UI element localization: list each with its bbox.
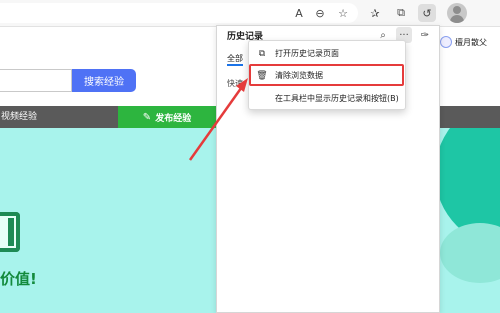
open-external-icon: ⧉ [258,48,266,59]
user-avatar [440,36,452,48]
avatar-head [453,6,461,14]
tab-all[interactable]: 全部 [227,53,243,64]
search-input[interactable] [0,69,72,92]
menu-item-open-history-page[interactable]: ⧉ 打开历史记录页面 [249,44,407,63]
favorites-icon[interactable]: ✰ [366,4,384,22]
user-info[interactable]: 檀月散父 [440,31,500,53]
pin-icon[interactable]: ✑ [417,27,433,43]
highlight-annotation [249,64,404,86]
publish-label: 发布经验 [155,113,192,124]
collections-icon[interactable]: ⧉ [392,4,410,22]
search-button[interactable]: 搜索经验 [72,69,136,92]
tab-all-underline [227,64,243,66]
menu-item-label: 在工具栏中显示历史记录和按钮(B) [275,94,399,103]
avatar-body [450,15,464,23]
zoom-out-icon[interactable]: ⊖ [311,4,329,22]
banner-slogan: 价值! [0,270,37,288]
read-aloud-icon[interactable]: A [290,4,308,22]
quick-section-label: 快速 [227,79,243,88]
profile-avatar-icon[interactable] [447,3,467,23]
browser-toolbar: A ⊖ ☆ ✰ ⧉ ↺ [0,0,500,27]
menu-item-label: 打开历史记录页面 [275,49,339,58]
history-icon[interactable]: ↺ [418,4,436,22]
banner-graphic-bar [8,218,14,246]
menu-item-show-history-button[interactable]: 在工具栏中显示历史记录和按钮(B) [249,89,407,108]
publish-button[interactable]: ✎ 发布经验 [118,106,216,128]
user-nickname: 檀月散父 [455,37,487,47]
favorite-add-icon[interactable]: ☆ [334,4,352,22]
banner-decoration-secondary [440,223,500,283]
edit-icon: ✎ [142,111,152,123]
nav-video-link[interactable]: 视频经验 [0,106,37,128]
